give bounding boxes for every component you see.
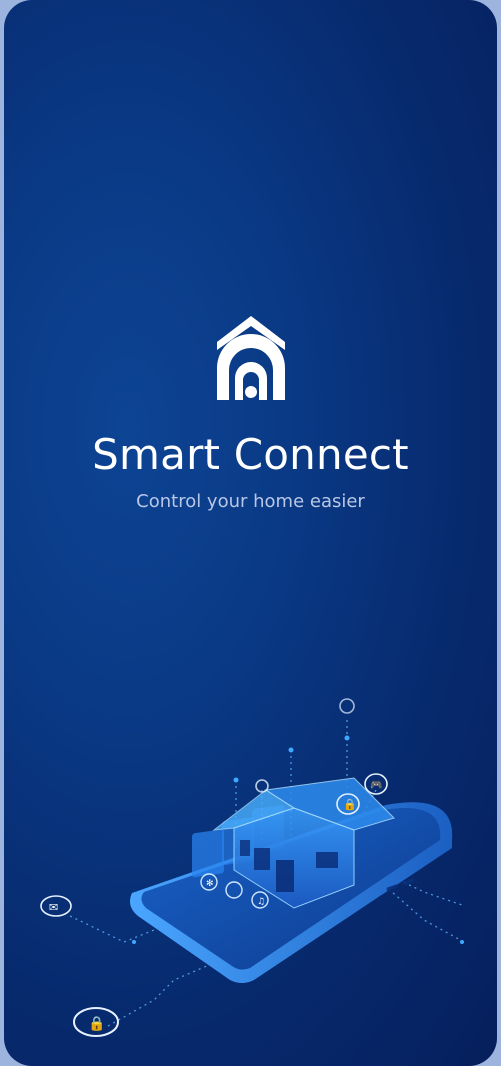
smart-home-phone-illustration: ♫ ✻ 🔒 🎮 ✉ 🔒 <box>40 698 465 1037</box>
home-signal-icon <box>216 316 285 400</box>
svg-text:✉: ✉ <box>49 901 58 914</box>
brand-block: Smart Connect Control your home easier <box>4 312 497 512</box>
splash-screen: Smart Connect Control your home easier ♫… <box>4 0 497 1066</box>
svg-text:🔒: 🔒 <box>343 798 357 811</box>
plug-icon <box>339 698 355 714</box>
svg-text:🔒: 🔒 <box>88 1016 105 1032</box>
svg-text:🎮: 🎮 <box>370 780 382 791</box>
app-tagline: Control your home easier <box>136 491 365 512</box>
svg-text:♫: ♫ <box>257 897 265 907</box>
app-title: Smart Connect <box>92 430 409 479</box>
svg-text:✻: ✻ <box>206 879 214 889</box>
